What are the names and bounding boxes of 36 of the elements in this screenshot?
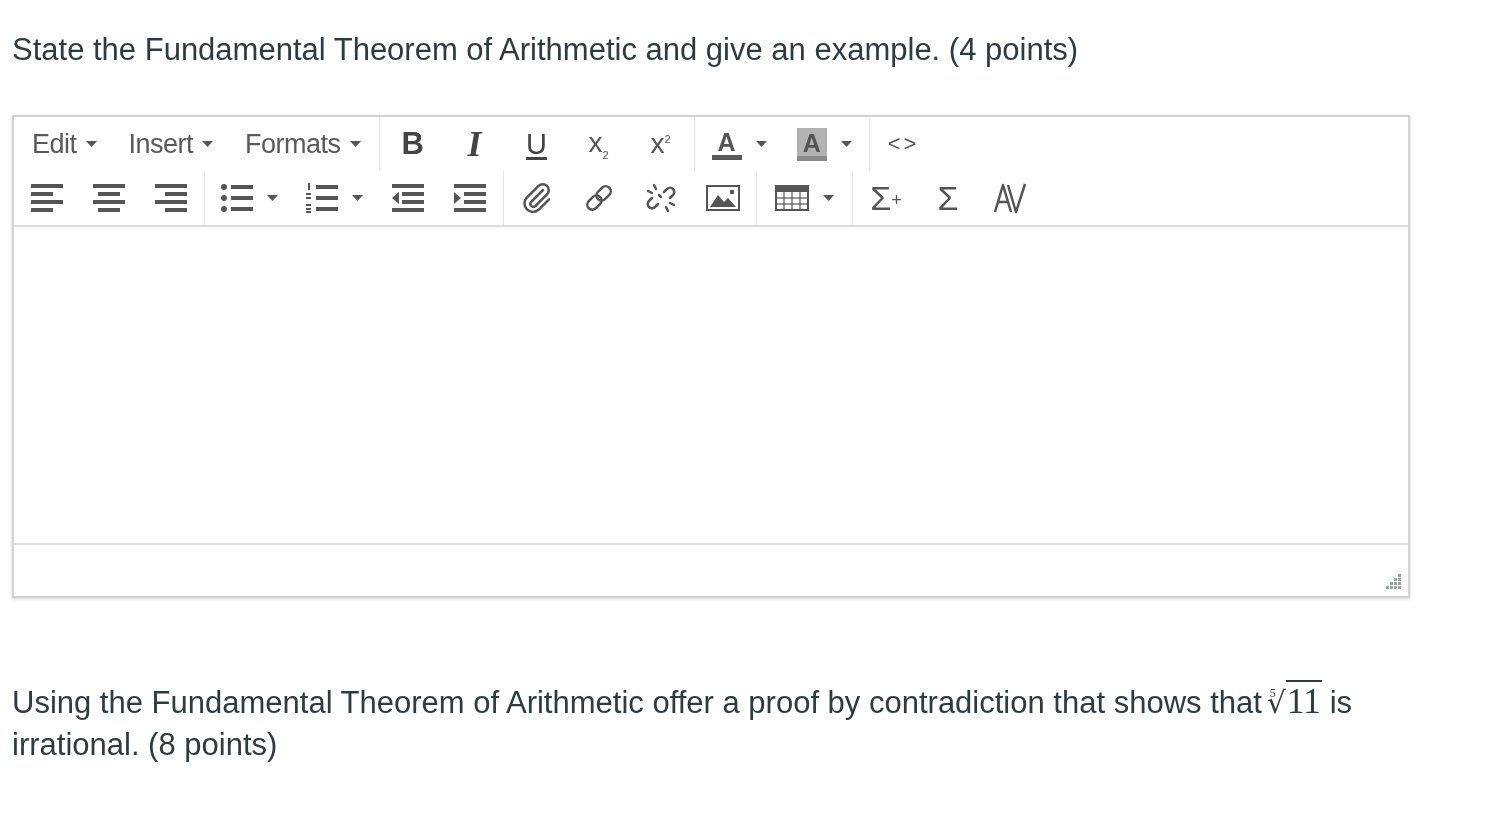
question-text: Using the Fundamental Theorem of Arithmetic offer a proof by contradiction that shows that $^{5}$√11 is irrational. (8 points) <box>12 679 1354 764</box>
menu-button[interactable]: Formats <box>229 117 377 171</box>
caret-icon <box>202 141 214 147</box>
table-icon <box>775 185 809 211</box>
italic-button[interactable]: I <box>443 117 506 171</box>
broken-link-icon <box>645 182 677 214</box>
superscript-button[interactable]: x$^{2}$ <box>629 117 692 171</box>
outdent-icon <box>392 184 424 212</box>
indent-icon <box>454 184 486 212</box>
align-right-icon <box>155 184 187 212</box>
subscript-button[interactable]: x$_{2}$ <box>567 117 630 171</box>
caret-icon <box>823 195 834 201</box>
menu-button[interactable]: Edit <box>16 117 113 171</box>
paperclip-icon <box>522 182 552 214</box>
underline-button[interactable]: U <box>505 117 568 171</box>
align-left-icon <box>31 184 63 212</box>
caret-icon <box>267 195 278 201</box>
caret-icon <box>840 141 852 147</box>
av-letters-icon <box>993 182 1027 214</box>
numbered-list-icon <box>306 183 338 213</box>
resize-grip-icon[interactable] <box>1384 572 1402 590</box>
caret-icon <box>85 141 97 147</box>
caret-icon <box>352 195 363 201</box>
source-code-button[interactable]: <> <box>871 117 936 171</box>
background-color-button[interactable]: A <box>781 117 867 171</box>
image-icon <box>706 185 740 211</box>
caret-icon <box>349 141 361 147</box>
caret-icon <box>755 141 767 147</box>
link-icon <box>583 182 615 214</box>
bold-button[interactable]: B <box>381 117 444 171</box>
bullet-list-icon <box>221 184 253 212</box>
menu-button[interactable]: Insert <box>112 117 230 171</box>
sigma-button[interactable]: Σ <box>917 171 979 225</box>
question-text: State the Fundamental Theorem of Arithmetic and give an example. (4 points) <box>12 31 1080 69</box>
align-center-icon <box>93 184 125 212</box>
text-color-button[interactable]: A <box>696 117 782 171</box>
